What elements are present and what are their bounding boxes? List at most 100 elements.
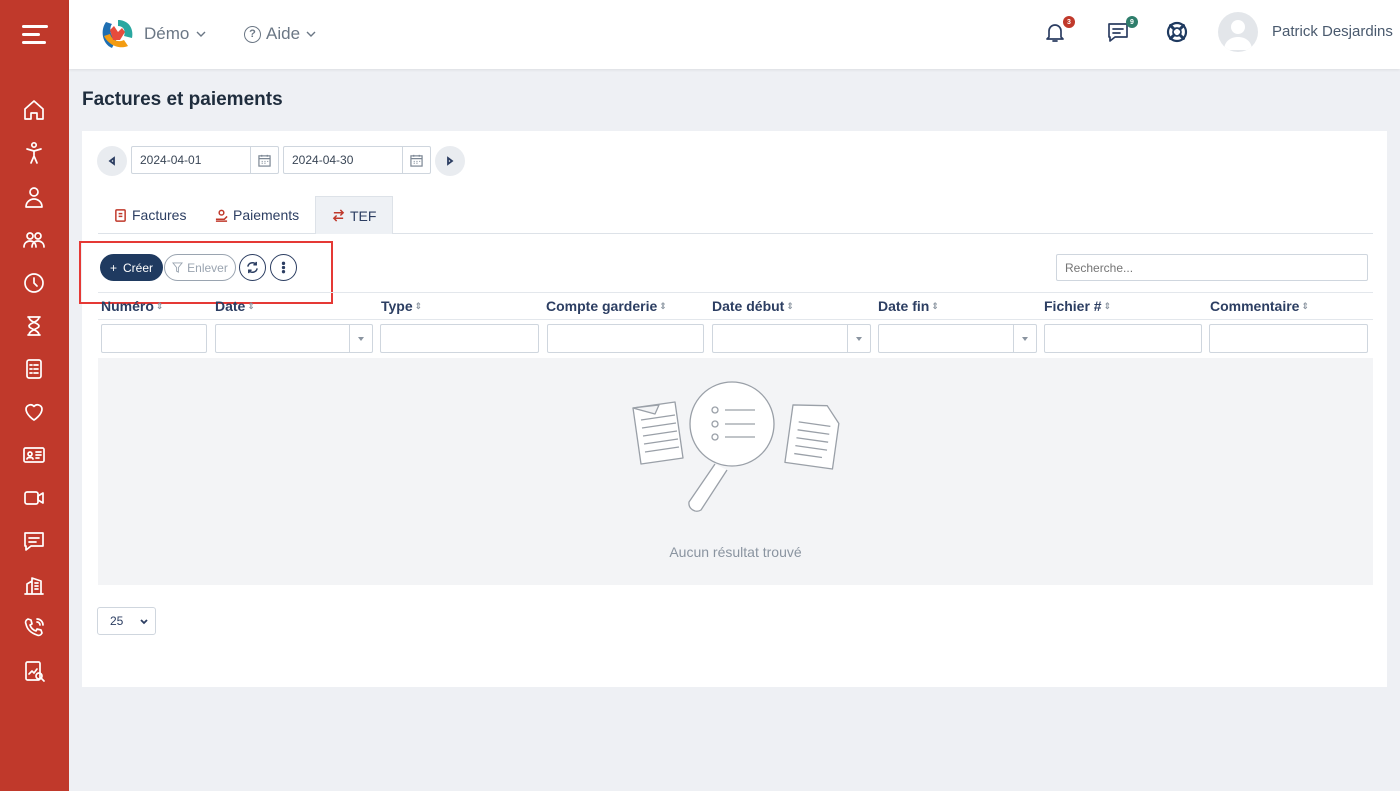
column-numero[interactable]: Numéro ⇕ — [101, 298, 163, 314]
help-label: Aide — [266, 24, 301, 43]
date-to-field[interactable]: 2024-04-30 — [283, 146, 431, 174]
phone-icon[interactable] — [20, 614, 48, 642]
tab-label: TEF — [350, 207, 377, 224]
filter-date[interactable] — [215, 324, 373, 353]
filter-fichier[interactable] — [1044, 324, 1202, 353]
report-icon[interactable] — [20, 657, 48, 685]
help-menu[interactable]: ? Aide — [244, 24, 317, 44]
sort-icon: ⇕ — [247, 300, 255, 311]
sort-icon: ⇕ — [659, 300, 667, 311]
support-lifebuoy-icon[interactable] — [1165, 20, 1191, 46]
sort-icon: ⇕ — [786, 300, 794, 311]
create-label: Créer — [123, 260, 154, 275]
staff-icon[interactable] — [20, 183, 48, 211]
invoice-icon[interactable] — [20, 355, 48, 383]
filter-commentaire[interactable] — [1209, 324, 1368, 353]
org-selector[interactable]: Démo — [144, 24, 207, 44]
previous-period-button[interactable] — [97, 146, 127, 176]
tab-paiements[interactable]: Paiements — [215, 196, 299, 234]
app-logo — [98, 16, 136, 52]
dropdown-arrow-icon[interactable] — [349, 325, 372, 352]
child-icon[interactable] — [20, 139, 48, 167]
sort-icon: ⇕ — [931, 300, 939, 311]
caret-right-icon — [447, 156, 454, 166]
column-date[interactable]: Date ⇕ — [215, 298, 255, 314]
filter-numero[interactable] — [101, 324, 207, 353]
tab-label: Paiements — [233, 207, 300, 223]
clock-icon[interactable] — [20, 269, 48, 297]
remove-label: Enlever — [187, 260, 228, 275]
building-icon[interactable] — [20, 571, 48, 599]
transfer-arrows-icon — [332, 209, 345, 222]
hourglass-icon[interactable] — [20, 312, 48, 340]
column-date-debut[interactable]: Date début ⇕ — [712, 298, 794, 314]
column-type[interactable]: Type ⇕ — [381, 298, 422, 314]
column-label: Date — [215, 298, 246, 314]
page-title: Factures et paiements — [82, 89, 283, 110]
next-period-button[interactable] — [435, 146, 465, 176]
dropdown-arrow-icon[interactable] — [1013, 325, 1036, 352]
tab-factures[interactable]: Factures — [114, 196, 186, 234]
date-from-field[interactable]: 2024-04-01 — [131, 146, 279, 174]
avatar[interactable] — [1218, 12, 1258, 52]
parents-icon[interactable] — [20, 226, 48, 254]
filter-date-fin[interactable] — [878, 324, 1037, 353]
filter-icon — [172, 262, 184, 273]
tab-tef[interactable]: TEF — [315, 196, 394, 234]
chat-icon[interactable] — [20, 527, 48, 555]
more-vertical-icon — [281, 261, 286, 274]
notifications-bell-icon[interactable]: 3 — [1043, 16, 1075, 46]
filter-type[interactable] — [380, 324, 539, 353]
home-icon[interactable] — [20, 96, 48, 124]
column-fichier[interactable]: Fichier # ⇕ — [1044, 298, 1111, 314]
column-label: Commentaire — [1210, 298, 1300, 314]
chevron-down-icon — [196, 31, 206, 37]
column-label: Date début — [712, 298, 785, 314]
column-label: Type — [381, 298, 413, 314]
plus-icon: + — [110, 260, 118, 275]
messages-icon[interactable]: 9 — [1106, 16, 1138, 46]
grid-header: Numéro ⇕ Date ⇕ Type ⇕ Compte garderie ⇕ Dat… — [98, 292, 1373, 320]
column-commentaire[interactable]: Commentaire ⇕ — [1210, 298, 1309, 314]
empty-message: Aucun résultat trouvé — [669, 544, 802, 560]
help-icon: ? — [244, 25, 261, 43]
user-name[interactable]: Patrick Desjardins — [1272, 23, 1393, 40]
heart-icon[interactable] — [20, 398, 48, 426]
id-card-icon[interactable] — [20, 441, 48, 469]
menu-icon[interactable] — [22, 25, 48, 45]
video-icon[interactable] — [20, 484, 48, 512]
org-name: Démo — [144, 24, 190, 43]
tabs-bar: Factures Paiements TEF — [98, 196, 1373, 234]
calendar-icon[interactable] — [250, 147, 278, 173]
page-size-select[interactable]: 25 — [97, 607, 156, 635]
payment-hand-icon — [215, 209, 228, 222]
top-bar: Démo ? Aide 3 9 Patrick Desjardins — [69, 0, 1400, 69]
date-from-value: 2024-04-01 — [140, 153, 202, 167]
column-date-fin[interactable]: Date fin ⇕ — [878, 298, 939, 314]
caret-left-icon — [108, 156, 115, 166]
search-input[interactable] — [1056, 254, 1368, 281]
refresh-button[interactable] — [239, 254, 266, 281]
filter-date-debut[interactable] — [712, 324, 871, 353]
no-results-illustration — [632, 381, 840, 512]
more-options-button[interactable] — [270, 254, 297, 281]
empty-state: Aucun résultat trouvé — [98, 358, 1373, 585]
chevron-down-icon — [306, 31, 316, 37]
column-compte-garderie[interactable]: Compte garderie ⇕ — [546, 298, 667, 314]
create-button[interactable]: + Créer — [100, 254, 164, 281]
column-label: Numéro — [101, 298, 154, 314]
column-label: Fichier # — [1044, 298, 1102, 314]
tab-label: Factures — [132, 207, 187, 223]
sort-icon: ⇕ — [155, 300, 164, 311]
sort-icon: ⇕ — [1301, 300, 1310, 311]
remove-filters-button[interactable]: Enlever — [164, 254, 236, 281]
chevron-down-icon — [140, 619, 148, 625]
sort-icon: ⇕ — [1103, 300, 1112, 311]
dropdown-arrow-icon[interactable] — [847, 325, 870, 352]
notification-badge: 3 — [1063, 16, 1075, 28]
sidebar — [0, 0, 69, 791]
calendar-icon[interactable] — [402, 147, 430, 173]
sort-icon: ⇕ — [414, 300, 423, 311]
content-card: 2024-04-01 2024-04-30 Factures Paiements… — [79, 131, 1387, 687]
filter-compte-garderie[interactable] — [547, 324, 704, 353]
